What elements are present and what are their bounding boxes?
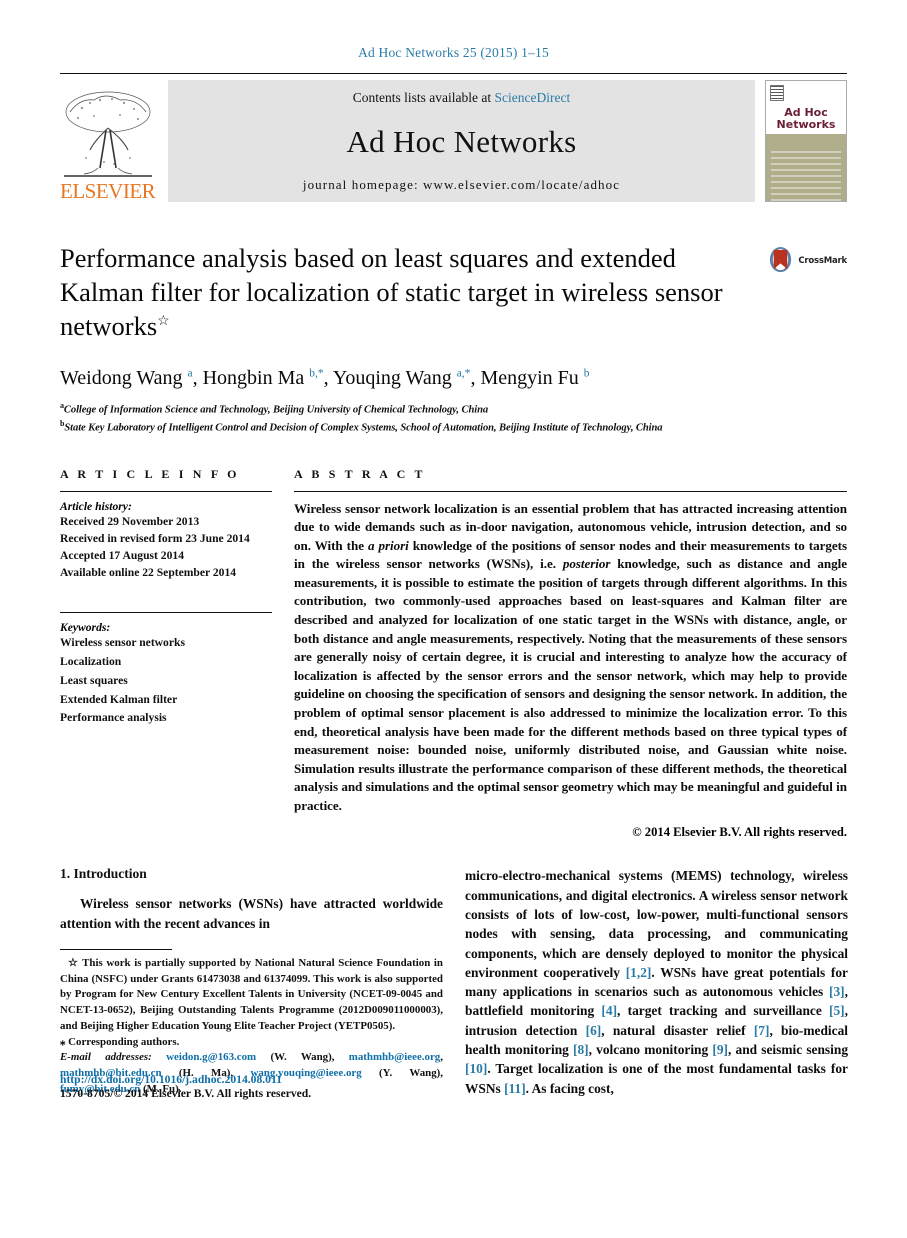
abstract-rule	[294, 490, 847, 492]
affiliation-b-text: State Key Laboratory of Intelligent Cont…	[64, 422, 663, 434]
title-block: Performance analysis based on least squa…	[60, 242, 847, 344]
affiliation-list: aCollege of Information Science and Tech…	[60, 400, 847, 437]
title-footnote-marker: ☆	[157, 313, 170, 329]
keywords-rule	[60, 612, 272, 614]
cover-title-text: Ad Hoc Networks	[772, 105, 840, 133]
article-info-rule	[60, 490, 272, 492]
elsevier-tree-icon	[64, 91, 152, 177]
crossmark-badge[interactable]: CrossMark	[767, 246, 847, 275]
cover-texture	[770, 150, 842, 201]
page-title: Performance analysis based on least squa…	[60, 242, 750, 344]
footnote-corresponding: ⁎ Corresponding authors.	[60, 1035, 180, 1048]
abstract-copyright: © 2014 Elsevier B.V. All rights reserved…	[632, 825, 847, 840]
footer-block: http://dx.doi.org/10.1016/j.adhoc.2014.0…	[60, 1073, 443, 1100]
elsevier-wordmark: ELSEVIER	[60, 179, 156, 203]
author-list: Weidong Wang a, Hongbin Ma b,*, Youqing …	[60, 366, 847, 391]
article-history-label: Article history:	[60, 499, 132, 513]
contents-line: Contents lists available at ScienceDirec…	[353, 90, 570, 106]
affiliation-b: bState Key Laboratory of Intelligent Con…	[60, 418, 847, 436]
keyword-1: Localization	[60, 654, 122, 668]
history-revised: Received in revised form 23 June 2014	[60, 531, 250, 545]
keyword-3: Extended Kalman filter	[60, 692, 178, 706]
abstract-text: Wireless sensor network localization is …	[294, 500, 847, 813]
issn-copyright: 1570-8705/© 2014 Elsevier B.V. All right…	[60, 1086, 312, 1100]
footnote-funding: ☆ This work is partially supported by Na…	[60, 956, 443, 1032]
affiliation-a-text: College of Information Science and Techn…	[63, 404, 489, 416]
crossmark-label: CrossMark	[798, 255, 847, 266]
affiliation-a: aCollege of Information Science and Tech…	[60, 400, 847, 418]
keyword-2: Least squares	[60, 673, 128, 687]
history-received: Received 29 November 2013	[60, 514, 200, 528]
elsevier-logo: ELSEVIER	[60, 80, 164, 202]
contents-prefix: Contents lists available at	[352, 90, 495, 105]
keyword-4: Performance analysis	[60, 711, 167, 725]
info-abstract-row: A R T I C L E I N F O Article history: R…	[60, 467, 847, 841]
article-info-heading: A R T I C L E I N F O	[60, 466, 240, 481]
crossmark-icon	[770, 247, 792, 273]
intro-paragraph-right: micro-electro-mechanical systems (MEMS) …	[465, 868, 849, 1096]
article-page: Ad Hoc Networks 25 (2015) 1–15 ELSEVIER …	[0, 0, 907, 1238]
sciencedirect-link[interactable]: ScienceDirect	[495, 90, 571, 105]
abstract-column: A B S T R A C T Wireless sensor network …	[294, 467, 847, 841]
journal-homepage[interactable]: journal homepage: www.elsevier.com/locat…	[303, 177, 620, 193]
body-columns: 1. Introduction Wireless sensor networks…	[60, 866, 848, 1100]
cover-publisher-icon	[770, 85, 784, 101]
body-column-left: 1. Introduction Wireless sensor networks…	[60, 866, 443, 1100]
history-online: Available online 22 September 2014	[60, 566, 237, 580]
keyword-0: Wireless sensor networks	[60, 636, 185, 650]
intro-paragraph-left: Wireless sensor networks (WSNs) have att…	[60, 896, 443, 931]
running-head: Ad Hoc Networks 25 (2015) 1–15	[358, 45, 549, 60]
article-info-column: A R T I C L E I N F O Article history: R…	[60, 467, 272, 841]
journal-title: Ad Hoc Networks	[346, 123, 577, 159]
authors-text: Weidong Wang a, Hongbin Ma b,*, Youqing …	[60, 366, 590, 389]
journal-banner: Contents lists available at ScienceDirec…	[168, 80, 755, 202]
journal-cover-thumbnail: Ad Hoc Networks	[765, 80, 847, 202]
footnote-rule	[60, 948, 172, 950]
body-column-right: micro-electro-mechanical systems (MEMS) …	[465, 866, 848, 1098]
masthead-top-rule	[60, 73, 847, 74]
journal-masthead: ELSEVIER Contents lists available at Sci…	[60, 73, 847, 202]
keywords-label: Keywords:	[60, 621, 111, 635]
doi-link[interactable]: http://dx.doi.org/10.1016/j.adhoc.2014.0…	[60, 1073, 443, 1086]
abstract-heading: A B S T R A C T	[294, 466, 426, 481]
history-accepted: Accepted 17 August 2014	[60, 548, 184, 562]
section-title-introduction: 1. Introduction	[60, 866, 147, 882]
